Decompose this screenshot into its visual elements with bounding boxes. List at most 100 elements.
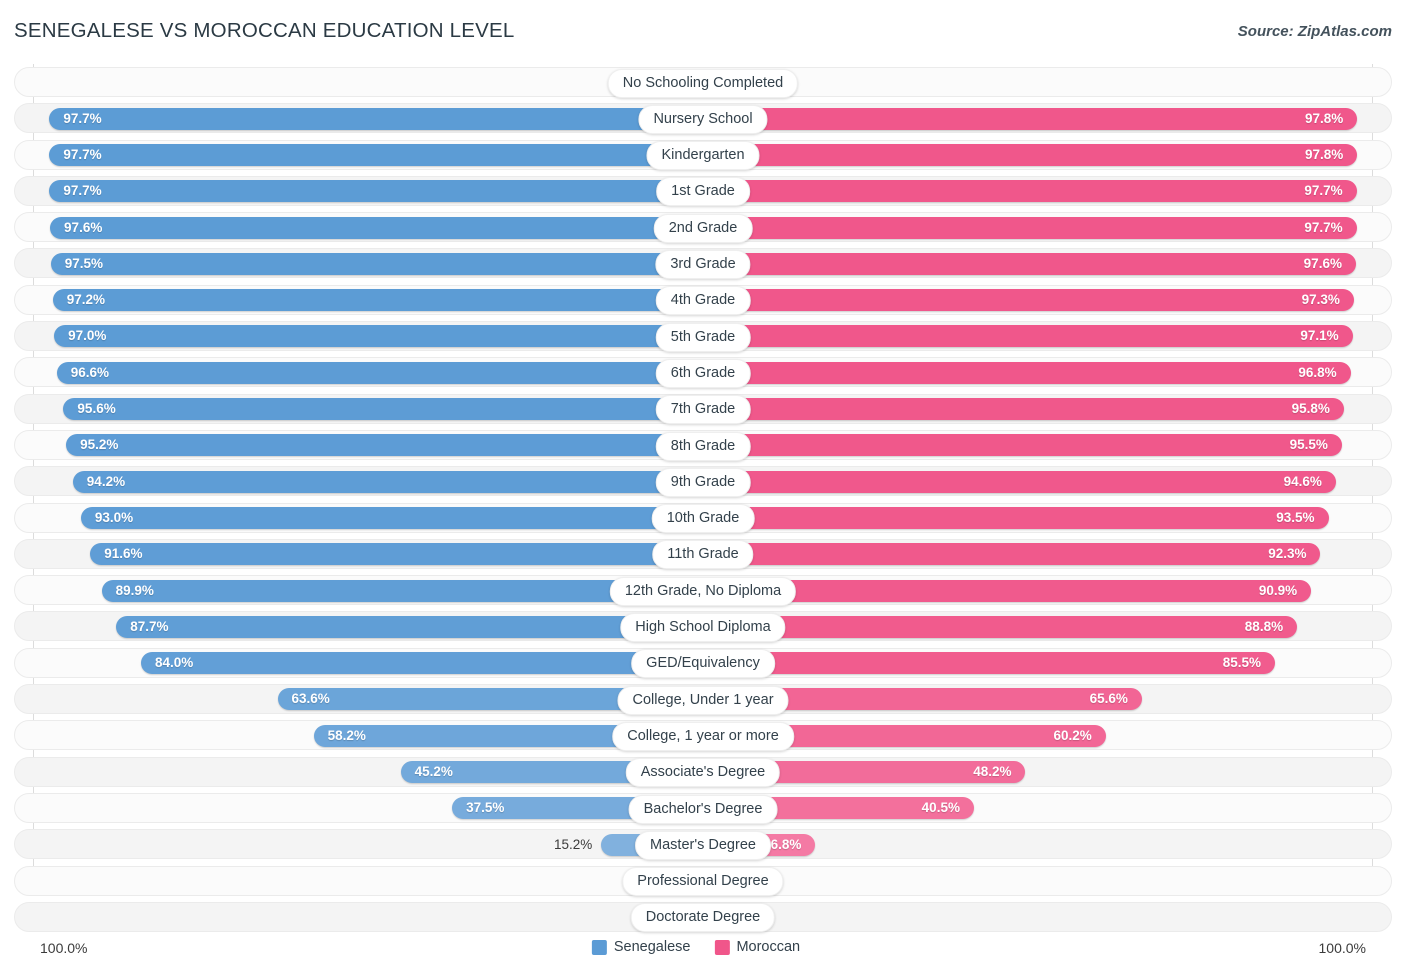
senegalese-half: 97.5% <box>34 245 703 281</box>
senegalese-value-label: 45.2% <box>414 764 453 780</box>
category-label-pill: Kindergarten <box>646 141 760 171</box>
category-label-pill: Associate's Degree <box>625 758 781 788</box>
senegalese-value-label: 97.7% <box>63 183 102 199</box>
moroccan-bar[interactable] <box>703 361 1351 384</box>
legend-label: Moroccan <box>736 939 801 955</box>
moroccan-bar[interactable] <box>703 289 1354 312</box>
senegalese-bar[interactable] <box>90 543 703 566</box>
senegalese-bar[interactable] <box>49 107 703 130</box>
senegalese-bar[interactable] <box>56 361 703 384</box>
chart-row: 94.2% 94.6% 9th Grade <box>0 463 1406 499</box>
category-label-pill: 2nd Grade <box>653 213 753 243</box>
moroccan-half: 2.0% <box>703 899 1372 935</box>
senegalese-bar[interactable] <box>63 398 703 421</box>
diverging-bar-chart: 2.3%2.2%No Schooling Completed 97.7% 97.8%… <box>0 64 1406 939</box>
moroccan-value-label: 97.8% <box>1305 110 1344 126</box>
moroccan-bar[interactable] <box>703 325 1353 348</box>
moroccan-value-label: 97.7% <box>1304 183 1343 199</box>
page-title: SENEGALESE VS MOROCCAN EDUCATION LEVEL <box>14 19 515 42</box>
senegalese-value-label: 95.6% <box>77 401 116 417</box>
senegalese-bar[interactable] <box>52 289 703 312</box>
legend-item[interactable]: Moroccan <box>714 939 800 955</box>
moroccan-half: 95.5% <box>703 427 1372 463</box>
senegalese-bar[interactable] <box>50 252 703 275</box>
moroccan-value-label: 90.9% <box>1258 582 1298 598</box>
moroccan-value-label: 97.8% <box>1305 146 1344 162</box>
moroccan-value-label: 95.8% <box>1291 401 1330 417</box>
moroccan-bar[interactable] <box>703 434 1342 457</box>
chart-row: 97.7% 97.7% 1st Grade <box>0 173 1406 209</box>
senegalese-value-label: 63.6% <box>291 691 330 707</box>
moroccan-value-label: 96.8% <box>1298 364 1337 380</box>
senegalese-half: 37.5% <box>34 790 703 826</box>
senegalese-value-label: 95.2% <box>80 437 119 453</box>
chart-row: 95.2% 95.5% 8th Grade <box>0 427 1406 463</box>
moroccan-value-label: 97.7% <box>1304 219 1343 235</box>
category-label-pill: College, Under 1 year <box>617 685 789 715</box>
moroccan-bar[interactable] <box>703 652 1275 675</box>
senegalese-bar[interactable] <box>49 143 703 166</box>
senegalese-bar[interactable] <box>72 470 703 493</box>
senegalese-bar[interactable] <box>116 615 703 638</box>
senegalese-half: 45.2% <box>34 754 703 790</box>
moroccan-value-label: 40.5% <box>921 800 960 816</box>
senegalese-bar[interactable] <box>141 652 703 675</box>
moroccan-bar[interactable] <box>703 470 1336 493</box>
moroccan-value-label: 92.3% <box>1268 546 1307 562</box>
senegalese-bar[interactable] <box>50 216 703 239</box>
moroccan-half: 92.3% <box>703 536 1372 572</box>
category-label-pill: GED/Equivalency <box>631 649 775 679</box>
senegalese-half: 89.9% <box>34 572 703 608</box>
moroccan-value-label: 97.1% <box>1300 328 1339 344</box>
moroccan-bar[interactable] <box>703 543 1321 566</box>
chart-page: SENEGALESE VS MOROCCAN EDUCATION LEVEL S… <box>0 0 1406 975</box>
axis-label-left: 100.0% <box>40 940 88 956</box>
senegalese-half: 15.2% <box>34 826 703 862</box>
senegalese-bar[interactable] <box>66 434 703 457</box>
chart-row: 89.9% 90.9% 12th Grade, No Diploma <box>0 572 1406 608</box>
senegalese-bar[interactable] <box>54 325 703 348</box>
category-label-pill: 3rd Grade <box>655 250 751 280</box>
category-label-pill: 9th Grade <box>655 467 751 497</box>
legend-swatch-icon <box>591 939 607 955</box>
senegalese-half: 95.2% <box>34 427 703 463</box>
senegalese-value-label: 96.6% <box>70 364 110 380</box>
moroccan-value-label: 97.6% <box>1303 255 1342 271</box>
category-label-pill: 10th Grade <box>651 504 755 534</box>
senegalese-bar[interactable] <box>80 506 703 529</box>
category-label-pill: Professional Degree <box>622 867 784 897</box>
category-label-pill: 5th Grade <box>655 322 751 352</box>
chart-row: 58.2% 60.2% College, 1 year or more <box>0 717 1406 753</box>
moroccan-half: 2.2% <box>703 64 1372 100</box>
senegalese-half: 87.7% <box>34 608 703 644</box>
moroccan-half: 60.2% <box>703 717 1372 753</box>
chart-row: 95.6% 95.8% 7th Grade <box>0 391 1406 427</box>
moroccan-bar[interactable] <box>703 615 1298 638</box>
chart-row: 87.7% 88.8% High School Diploma <box>0 608 1406 644</box>
moroccan-bar[interactable] <box>703 107 1358 130</box>
legend-item[interactable]: Senegalese <box>591 939 690 955</box>
senegalese-half: 94.2% <box>34 463 703 499</box>
moroccan-half: 97.7% <box>703 173 1372 209</box>
moroccan-bar[interactable] <box>703 216 1357 239</box>
chart-row: 15.2% 16.8% Master's Degree <box>0 826 1406 862</box>
moroccan-half: 97.8% <box>703 100 1372 136</box>
senegalese-value-label: 94.2% <box>86 473 126 489</box>
category-label-pill: 8th Grade <box>655 431 751 461</box>
chart-row: 63.6% 65.6% College, Under 1 year <box>0 681 1406 717</box>
senegalese-half: 2.3% <box>34 64 703 100</box>
senegalese-value-label: 97.7% <box>63 110 102 126</box>
category-label-pill: 7th Grade <box>655 395 751 425</box>
moroccan-half: 97.6% <box>703 245 1372 281</box>
moroccan-bar[interactable] <box>703 252 1356 275</box>
moroccan-bar[interactable] <box>703 143 1358 166</box>
chart-row: 45.2% 48.2% Associate's Degree <box>0 754 1406 790</box>
moroccan-bar[interactable] <box>703 180 1357 203</box>
moroccan-bar[interactable] <box>703 398 1344 421</box>
category-label-pill: Bachelor's Degree <box>628 794 778 824</box>
senegalese-half: 97.7% <box>34 173 703 209</box>
senegalese-bar[interactable] <box>49 180 703 203</box>
moroccan-bar[interactable] <box>703 506 1329 529</box>
senegalese-half: 4.6% <box>34 863 703 899</box>
chart-row: 97.7% 97.8% Nursery School <box>0 100 1406 136</box>
